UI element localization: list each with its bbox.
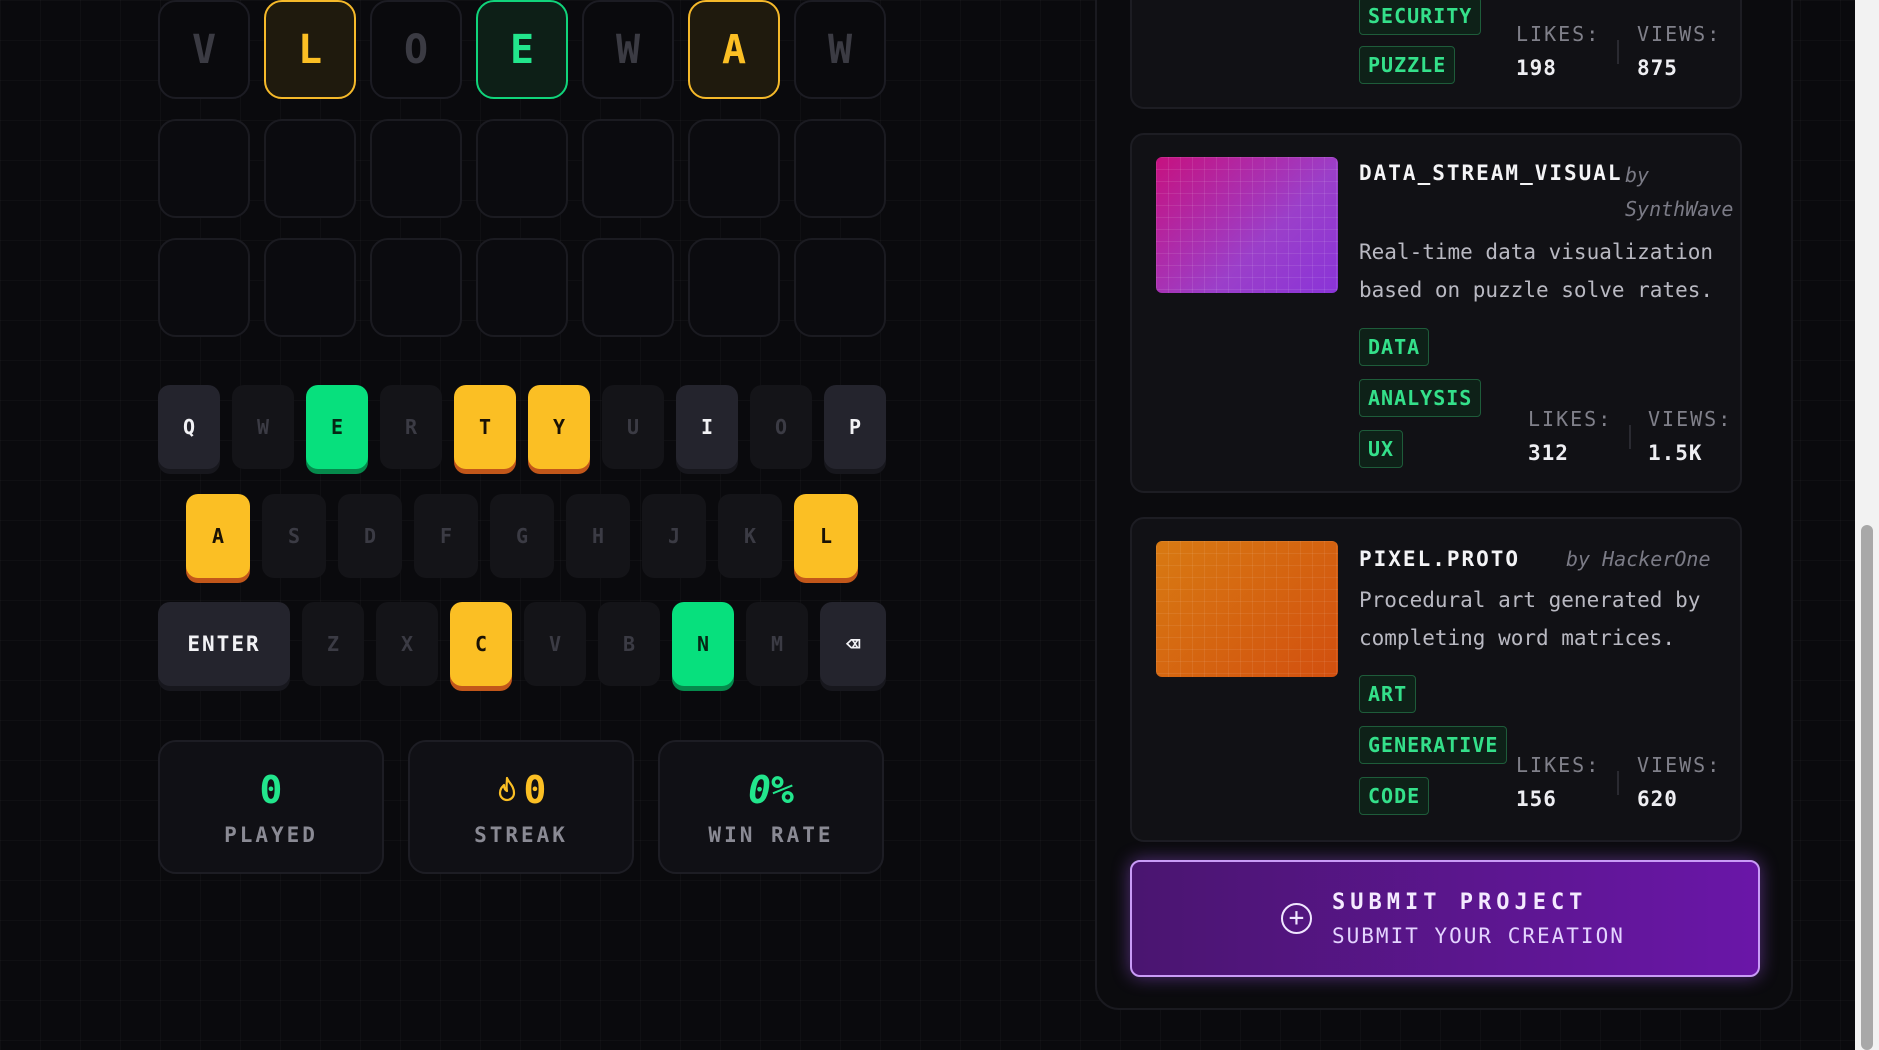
project-author: by HackerOne — [1566, 547, 1711, 571]
metric-divider — [1617, 40, 1619, 64]
board-cell — [582, 119, 674, 218]
board-cell — [688, 238, 780, 337]
key-d[interactable]: D — [338, 494, 402, 578]
board-cell — [158, 119, 250, 218]
metric-divider — [1617, 771, 1619, 795]
board-cell: A — [688, 0, 780, 99]
played-label: PLAYED — [224, 823, 318, 847]
project-card[interactable]: DATA_STREAM_VISUAL by SynthWave Real-tim… — [1130, 133, 1742, 493]
likes-count: 198 — [1516, 56, 1557, 80]
views-count: 875 — [1637, 56, 1678, 80]
key-e[interactable]: E — [306, 385, 368, 469]
board-cell — [794, 238, 886, 337]
project-tag: GENERATIVE — [1359, 726, 1508, 764]
project-title: PIXEL.PROTO — [1359, 547, 1521, 571]
stat-win-rate: 0% WIN RATE — [658, 740, 884, 874]
project-tag: CODE — [1359, 777, 1430, 815]
key-u[interactable]: U — [602, 385, 664, 469]
board-cell — [476, 119, 568, 218]
board-cell — [370, 238, 462, 337]
board-cell: E — [476, 0, 568, 99]
views-count: 620 — [1637, 787, 1678, 811]
board-cell — [476, 238, 568, 337]
key-h[interactable]: H — [566, 494, 630, 578]
win-rate-label: WIN RATE — [708, 823, 834, 847]
played-value: 0 — [259, 768, 283, 812]
key-v[interactable]: V — [524, 602, 586, 686]
likes-label: LIKES: — [1516, 22, 1601, 46]
project-by: by — [1625, 163, 1650, 187]
key-m[interactable]: M — [746, 602, 808, 686]
flame-icon — [498, 776, 515, 802]
project-thumbnail — [1156, 541, 1338, 677]
stat-played: 0 PLAYED — [158, 740, 384, 874]
board-cell: O — [370, 0, 462, 99]
project-thumbnail — [1156, 157, 1338, 293]
key-z[interactable]: Z — [302, 602, 364, 686]
key-f[interactable]: F — [414, 494, 478, 578]
backspace-key[interactable]: ⌫ — [820, 602, 886, 686]
key-l[interactable]: L — [794, 494, 858, 578]
project-tag: UX — [1359, 430, 1404, 468]
key-c[interactable]: C — [450, 602, 512, 686]
board-cell — [688, 119, 780, 218]
key-o[interactable]: O — [750, 385, 812, 469]
key-q[interactable]: Q — [158, 385, 220, 469]
project-tag: ANALYSIS — [1359, 379, 1482, 417]
board-cell — [794, 119, 886, 218]
project-author: SynthWave — [1625, 197, 1734, 221]
board-cell — [264, 119, 356, 218]
key-w[interactable]: W — [232, 385, 294, 469]
project-tag: PUZZLE — [1359, 46, 1456, 84]
views-label: VIEWS: — [1648, 407, 1733, 431]
board-cell — [370, 119, 462, 218]
metric-divider — [1629, 425, 1631, 449]
key-t[interactable]: T — [454, 385, 516, 469]
likes-label: LIKES: — [1516, 753, 1601, 777]
board-cell — [264, 238, 356, 337]
project-card[interactable]: PIXEL.PROTO by HackerOne Procedural art … — [1130, 517, 1742, 842]
key-b[interactable]: B — [598, 602, 660, 686]
key-a[interactable]: A — [186, 494, 250, 578]
streak-label: STREAK — [474, 823, 568, 847]
key-i[interactable]: I — [676, 385, 738, 469]
project-description: Real-time data visualization based on pu… — [1359, 240, 1714, 302]
board-cell: L — [264, 0, 356, 99]
scrollbar-thumb[interactable] — [1861, 525, 1873, 1050]
project-tag: ART — [1359, 675, 1417, 713]
board-cell — [582, 238, 674, 337]
board-cell: W — [582, 0, 674, 99]
views-count: 1.5K — [1648, 441, 1703, 465]
views-label: VIEWS: — [1637, 753, 1722, 777]
likes-count: 156 — [1516, 787, 1557, 811]
views-label: VIEWS: — [1637, 22, 1722, 46]
submit-project-button[interactable]: + SUBMIT PROJECT SUBMIT YOUR CREATION — [1130, 860, 1760, 977]
key-x[interactable]: X — [376, 602, 438, 686]
board-cell: V — [158, 0, 250, 99]
likes-label: LIKES: — [1528, 407, 1613, 431]
win-rate-value: 0% — [748, 768, 794, 812]
likes-count: 312 — [1528, 441, 1569, 465]
key-r[interactable]: R — [380, 385, 442, 469]
submit-title: SUBMIT PROJECT — [1332, 890, 1588, 915]
project-title: DATA_STREAM_VISUAL — [1359, 161, 1623, 185]
board-cell — [158, 238, 250, 337]
enter-key[interactable]: ENTER — [158, 602, 290, 686]
project-tag: SECURITY — [1359, 0, 1482, 35]
key-p[interactable]: P — [824, 385, 886, 469]
key-n[interactable]: N — [672, 602, 734, 686]
streak-value: 0 — [523, 768, 547, 812]
key-j[interactable]: J — [642, 494, 706, 578]
stat-streak: 0 STREAK — [408, 740, 634, 874]
key-g[interactable]: G — [490, 494, 554, 578]
project-tag: DATA — [1359, 328, 1430, 366]
submit-subtitle: SUBMIT YOUR CREATION — [1332, 924, 1625, 948]
plus-circle-icon: + — [1281, 903, 1312, 934]
key-s[interactable]: S — [262, 494, 326, 578]
project-card[interactable]: SECURITY PUZZLE LIKES: 198 VIEWS: 875 — [1130, 0, 1742, 109]
board-cell: W — [794, 0, 886, 99]
key-y[interactable]: Y — [528, 385, 590, 469]
project-description: Procedural art generated by completing w… — [1359, 588, 1701, 650]
key-k[interactable]: K — [718, 494, 782, 578]
